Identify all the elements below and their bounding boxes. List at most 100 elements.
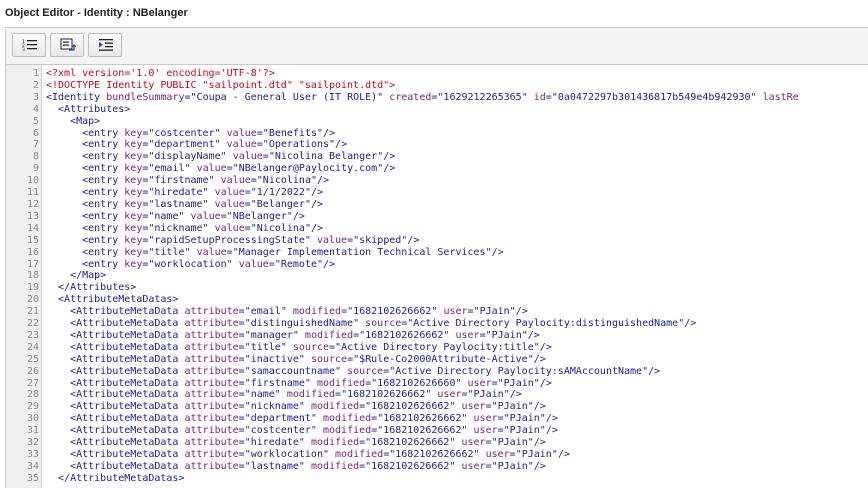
code-line[interactable]: 12 <entry key="lastname" value="Belanger… [6, 199, 868, 211]
code-line[interactable]: 5 <Map> [6, 116, 868, 128]
code-token: /> [648, 365, 661, 377]
code-line[interactable]: 8 <entry key="displayName" value="Nicoli… [6, 151, 868, 163]
line-number: 33 [26, 449, 39, 460]
code-token: "firstname" [148, 175, 215, 187]
code-line[interactable]: 29 <AttributeMetaData attribute="nicknam… [6, 401, 868, 413]
code-line[interactable]: 26 <AttributeMetaData attribute="samacco… [6, 366, 868, 378]
code-token: "inactive" [244, 353, 305, 365]
code-token: source [310, 353, 348, 365]
code-text: <AttributeMetaData attribute="department… [46, 413, 558, 425]
code-line[interactable]: 7 <entry key="department" value="Operati… [6, 139, 868, 151]
line-number: 11 [26, 187, 39, 199]
code-line[interactable]: 11 <entry key="hiredate" value="1/1/2022… [6, 187, 868, 199]
code-token: user [443, 306, 468, 318]
code-token: modified [310, 401, 360, 413]
code-token: attribute [184, 449, 239, 460]
code-token: /> [509, 389, 522, 401]
code-token: <entry [46, 175, 125, 187]
code-token: <entry [46, 222, 125, 234]
code-line[interactable]: 28 <AttributeMetaData attribute="name" m… [6, 389, 868, 401]
code-token: <AttributeMetaData [46, 425, 185, 437]
code-token: "PJain" [491, 460, 534, 472]
line-number: 3 [32, 91, 39, 103]
line-number: 26 [26, 365, 39, 377]
code-token: <AttributeMetaData [46, 401, 185, 413]
code-token: <AttributeMetaData [46, 329, 185, 341]
code-line[interactable]: 30 <AttributeMetaData attribute="departm… [6, 413, 868, 425]
code-line[interactable]: 33 <AttributeMetaData attribute="workloc… [6, 449, 868, 461]
code-token: <Map> [46, 115, 101, 127]
code-line[interactable]: 10 <entry key="firstname" value="Nicolin… [6, 175, 868, 187]
code-token: /> [533, 460, 546, 472]
code-line[interactable]: 13 <entry key="name" value="NBelanger"/> [6, 211, 868, 223]
code-token: "title" [244, 341, 287, 353]
code-token: "1682102626662" [377, 425, 468, 437]
code-token: user [473, 413, 498, 425]
code-token: /> [323, 127, 336, 139]
code-line[interactable]: 19 </Attributes> [6, 282, 868, 294]
code-token: /> [491, 246, 504, 258]
line-number: 7 [32, 139, 39, 151]
code-line[interactable]: 25 <AttributeMetaData attribute="inactiv… [6, 354, 868, 366]
code-line[interactable]: 2 <!DOCTYPE Identity PUBLIC "sailpoint.dt… [6, 80, 868, 92]
code-token: value [220, 175, 251, 187]
line-number: 18 [26, 270, 39, 282]
code-text: <AttributeMetaDatas> [46, 294, 178, 306]
line-number: 5 [32, 115, 39, 127]
code-line[interactable]: 14 <entry key="nickname" value="Nicolina… [6, 223, 868, 235]
code-token: key [124, 151, 143, 163]
code-token: "hiredate" [148, 187, 209, 199]
code-token: <entry [46, 139, 125, 151]
line-number: 35 [26, 472, 39, 484]
code-token: <AttributeMetaData [46, 306, 185, 318]
code-line[interactable]: 4 <Attributes> [6, 104, 868, 116]
code-line[interactable]: 16 <entry key="title" value="Manager Imp… [6, 247, 868, 259]
code-text: <entry key="firstname" value="Nicolina"/… [46, 175, 329, 187]
code-line[interactable]: 20 <AttributeMetaDatas> [6, 294, 868, 306]
code-token: "PJain" [497, 377, 540, 389]
code-token: "1682102626660" [371, 377, 462, 389]
code-line[interactable]: 9 <entry key="email" value="NBelanger@Pa… [6, 163, 868, 175]
code-line[interactable]: 31 <AttributeMetaData attribute="costcen… [6, 425, 868, 437]
code-token: modified [322, 425, 372, 437]
code-token: "NBelanger@Paylocity.com" [232, 163, 384, 175]
code-line[interactable]: 24 <AttributeMetaData attribute="title" … [6, 342, 868, 354]
code-token: <AttributeMetaData [46, 365, 185, 377]
code-token: lastRe [762, 91, 799, 103]
code-line[interactable]: 21 <AttributeMetaData attribute="email" … [6, 306, 868, 318]
code-token: "PJain" [467, 389, 510, 401]
code-token: /> [323, 258, 336, 270]
code-token: <!DOCTYPE Identity PUBLIC "sailpoint.dtd… [46, 79, 396, 91]
code-token: /> [383, 151, 396, 163]
line-number: 27 [26, 377, 39, 389]
code-line[interactable]: 1 <?xml version='1.0' encoding='UTF-8'?> [6, 68, 868, 80]
line-numbers-button[interactable]: 1 2 3 [12, 33, 46, 57]
xml-code-editor[interactable]: 1 <?xml version='1.0' encoding='UTF-8'?> 2… [5, 64, 868, 488]
code-token: /> [545, 413, 558, 425]
wrap-toggle-icon [60, 38, 76, 51]
code-text: <entry key="costcenter" value="Benefits"… [46, 128, 335, 140]
code-token: <AttributeMetaData [46, 341, 185, 353]
code-line[interactable]: 6 <entry key="costcenter" value="Benefit… [6, 128, 868, 140]
code-token: "Active Directory Paylocity:distinguishe… [407, 318, 685, 330]
code-token: "NBelanger" [226, 210, 293, 222]
wrap-toggle-button[interactable] [50, 33, 84, 57]
code-text: <!DOCTYPE Identity PUBLIC "sailpoint.dtd… [46, 80, 395, 92]
code-line[interactable]: 22 <AttributeMetaData attribute="disting… [6, 318, 868, 330]
code-line[interactable]: 15 <entry key="rapidSetupProcessingState… [6, 235, 868, 247]
indent-button[interactable] [88, 33, 122, 57]
code-token: <Attributes> [46, 103, 131, 115]
code-token: modified [286, 389, 336, 401]
code-line[interactable]: 27 <AttributeMetaData attribute="firstna… [6, 378, 868, 390]
code-line[interactable]: 35 </AttributeMetaDatas> [6, 473, 868, 485]
code-line[interactable]: 3 <Identity bundleSummary="Coupa - Genera… [6, 92, 868, 104]
code-token: attribute [184, 460, 239, 472]
code-line[interactable]: 23 <AttributeMetaData attribute="manager… [6, 330, 868, 342]
code-line[interactable]: 17 <entry key="worklocation" value="Remo… [6, 259, 868, 271]
code-text: <AttributeMetaData attribute="hiredate" … [46, 437, 546, 449]
code-line[interactable]: 34 <AttributeMetaData attribute="lastnam… [6, 461, 868, 473]
code-token: user [473, 425, 498, 437]
code-token: "Belanger" [250, 198, 311, 210]
code-line[interactable]: 18 </Map> [6, 270, 868, 282]
code-line[interactable]: 32 <AttributeMetaData attribute="hiredat… [6, 437, 868, 449]
